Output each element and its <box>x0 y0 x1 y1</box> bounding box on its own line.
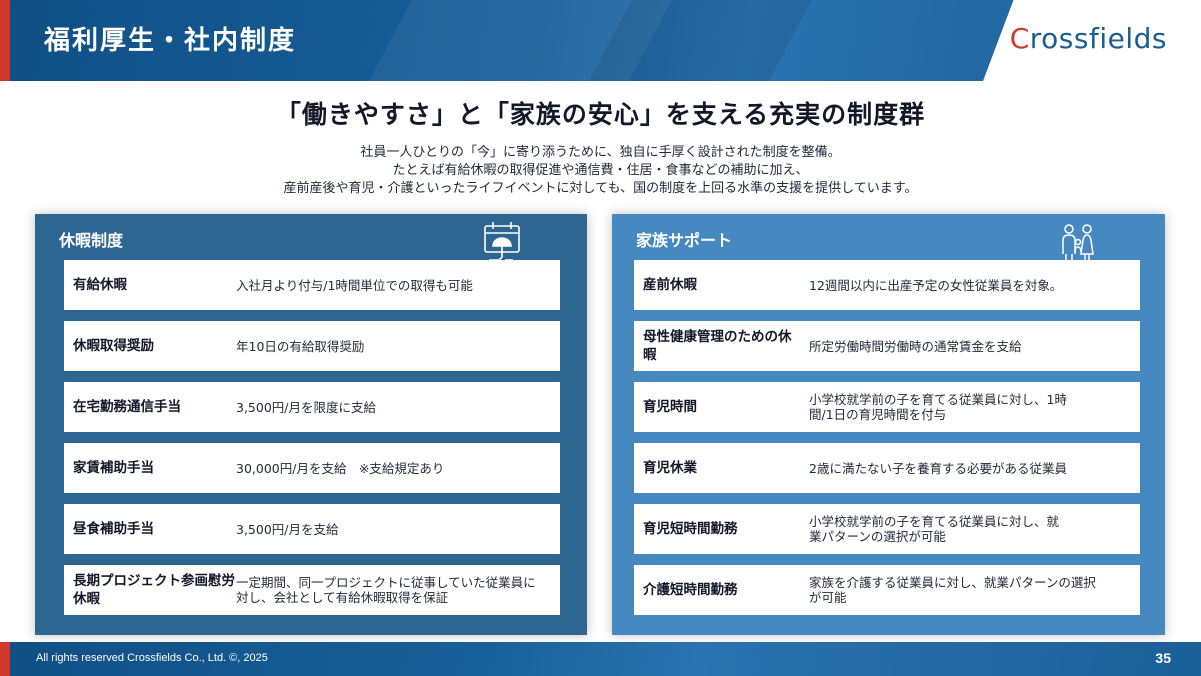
item-name: 昼食補助手当 <box>73 521 154 537</box>
intro-line: 社員一人ひとりの「今」に寄り添うために、独自に手厚く設計された制度を整備。 <box>360 145 841 160</box>
item-name: 産前休暇 <box>643 277 697 293</box>
list-item: 育児短時間勤務 小学校就学前の子を育てる従業員に対し、就業パターンの選択が可能 <box>634 504 1140 554</box>
list-item: 長期プロジェクト参画慰労休暇 一定期間、同一プロジェクトに従事していた従業員に対… <box>64 565 560 615</box>
copyright-text: All rights reserved Crossfields Co., Ltd… <box>36 652 268 664</box>
item-description: 年10日の有給取得奨励 <box>236 338 365 354</box>
panel-title: 家族サポート <box>636 231 733 250</box>
page-number: 35 <box>1155 650 1171 666</box>
list-item: 母性健康管理のための休暇 所定労働時間労働時の通常賃金を支給 <box>634 321 1140 371</box>
item-name: 長期プロジェクト参画慰労休暇 <box>73 573 235 607</box>
header-accent-bar <box>0 0 10 81</box>
list-item: 育児休業 2歳に満たない子を養育する必要がある従業員 <box>634 443 1140 493</box>
item-name: 育児短時間勤務 <box>643 521 738 537</box>
family-support-panel: 家族サポート 産前休暇 12週間以内に出産予定の女性従業員を対象。 母性健康管理… <box>612 214 1165 635</box>
item-name: 在宅勤務通信手当 <box>73 399 181 415</box>
calendar-umbrella-icon <box>484 222 520 261</box>
item-description: 3,500円/月を限度に支給 <box>236 399 376 415</box>
item-description: 30,000円/月を支給 ※支給規定あり <box>236 460 445 476</box>
slide-title: 福利厚生・社内制度 <box>44 26 297 56</box>
item-description: 所定労働時間労働時の通常賃金を支給 <box>809 338 1022 354</box>
slide-footer: All rights reserved Crossfields Co., Ltd… <box>0 642 1201 676</box>
list-item: 有給休暇 入社月より付与/1時間単位での取得も可能 <box>64 260 560 310</box>
list-item: 育児時間 小学校就学前の子を育てる従業員に対し、1時間/1日の育児時間を付与 <box>634 382 1140 432</box>
item-description: 一定期間、同一プロジェクトに従事していた従業員に対し、会社として有給休暇取得を保… <box>236 575 536 605</box>
item-name: 育児時間 <box>643 399 697 415</box>
panel-title: 休暇制度 <box>59 231 124 250</box>
intro-text: 社員一人ひとりの「今」に寄り添うために、独自に手厚く設計された制度を整備。 たと… <box>0 144 1201 198</box>
item-description: 小学校就学前の子を育てる従業員に対し、1時間/1日の育児時間を付与 <box>809 392 1067 422</box>
list-item: 昼食補助手当 3,500円/月を支給 <box>64 504 560 554</box>
leave-system-panel: 休暇制度 有給休暇 入社月より付与/1時間単位での取得も可能 休暇取得奨励 年1… <box>35 214 587 635</box>
item-description: 12週間以内に出産予定の女性従業員を対象。 <box>809 277 1063 293</box>
list-item: 休暇取得奨励 年10日の有給取得奨励 <box>64 321 560 371</box>
item-description: 入社月より付与/1時間単位での取得も可能 <box>236 277 473 293</box>
slide-headline: 「働きやすさ」と「家族の安心」を支える充実の制度群 <box>275 100 926 129</box>
item-name: 家賃補助手当 <box>73 460 154 476</box>
item-description: 3,500円/月を支給 <box>236 521 339 537</box>
list-item: 介護短時間勤務 家族を介護する従業員に対し、就業パターンの選択が可能 <box>634 565 1140 615</box>
item-name: 有給休暇 <box>73 277 127 293</box>
slide-header: 福利厚生・社内制度 Crossfields <box>0 0 1201 81</box>
item-description: 家族を介護する従業員に対し、就業パターンの選択が可能 <box>809 575 1096 605</box>
list-item: 産前休暇 12週間以内に出産予定の女性従業員を対象。 <box>634 260 1140 310</box>
family-icon <box>1062 224 1094 261</box>
intro-line: 産前産後や育児・介護といったライフイベントに対しても、国の制度を上回る水準の支援… <box>283 181 918 196</box>
intro-line: たとえば有給休暇の取得促進や通信費・住居・食事などの補助に加え、 <box>392 163 809 178</box>
item-name: 介護短時間勤務 <box>643 582 738 598</box>
item-description: 小学校就学前の子を育てる従業員に対し、就業パターンの選択が可能 <box>809 514 1060 544</box>
crossfields-logo: Crossfields <box>1009 22 1167 55</box>
item-name: 休暇取得奨励 <box>73 338 154 354</box>
footer-accent-bar <box>0 642 10 676</box>
item-name: 育児休業 <box>643 460 697 476</box>
list-item: 在宅勤務通信手当 3,500円/月を限度に支給 <box>64 382 560 432</box>
item-name: 母性健康管理のための休暇 <box>643 329 792 363</box>
item-description: 2歳に満たない子を養育する必要がある従業員 <box>809 460 1067 476</box>
list-item: 家賃補助手当 30,000円/月を支給 ※支給規定あり <box>64 443 560 493</box>
